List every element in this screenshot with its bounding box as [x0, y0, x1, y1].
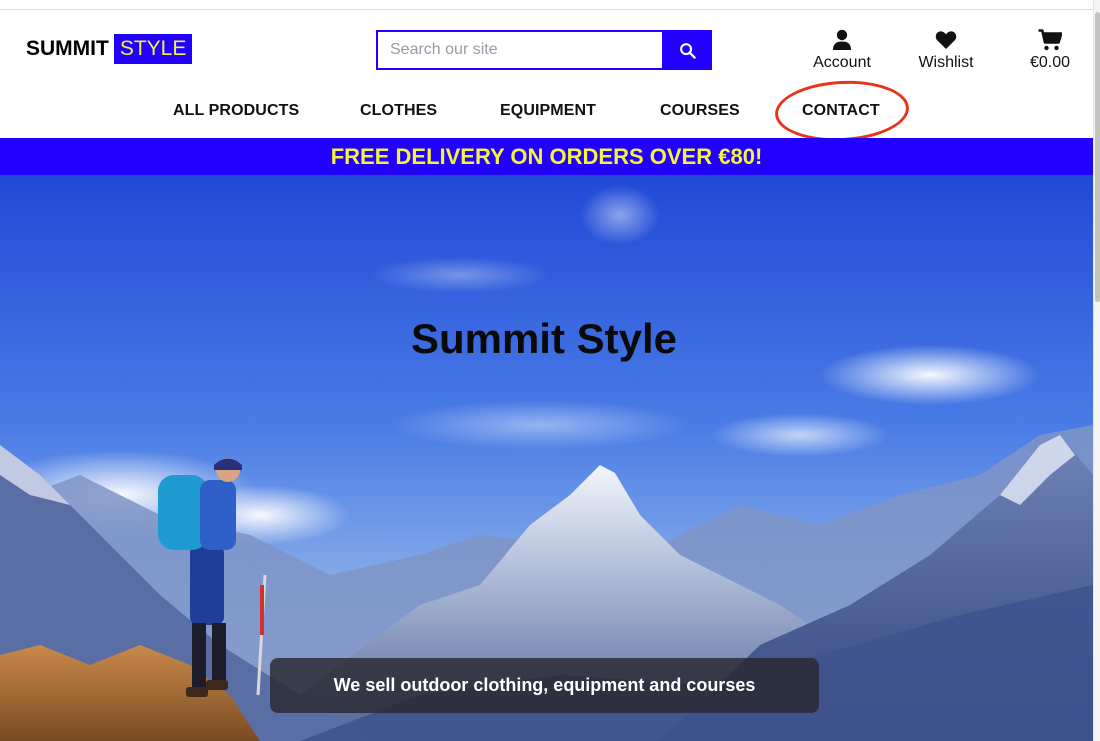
user-icon: [832, 28, 852, 52]
site-header: SUMMIT STYLE Account: [0, 10, 1093, 138]
hero-caption-text: We sell outdoor clothing, equipment and …: [333, 675, 756, 695]
page: SUMMIT STYLE Account: [0, 0, 1100, 741]
cart-icon: [1038, 28, 1062, 52]
logo[interactable]: SUMMIT STYLE: [26, 34, 193, 64]
wishlist-label: Wishlist: [918, 54, 974, 71]
search-button[interactable]: [662, 30, 712, 70]
hero-title: Summit Style: [410, 315, 678, 362]
scrollbar[interactable]: [1093, 0, 1100, 741]
top-border: [0, 0, 1093, 10]
promo-text: FREE DELIVERY ON ORDERS OVER €80!: [330, 143, 763, 169]
hero-caption: We sell outdoor clothing, equipment and …: [270, 658, 819, 713]
scrollbar-thumb[interactable]: [1095, 12, 1100, 302]
search-form: [376, 30, 712, 70]
promo-banner: FREE DELIVERY ON ORDERS OVER €80!: [0, 138, 1093, 175]
main-nav: ALL PRODUCTS CLOTHES EQUIPMENT COURSES C…: [0, 100, 1093, 138]
nav-item-all-products[interactable]: ALL PRODUCTS: [173, 102, 299, 120]
hero-background-image: [0, 175, 1093, 741]
account-label: Account: [813, 54, 871, 71]
header-links: Account Wishlist €0.00: [790, 28, 1100, 72]
logo-text-style: STYLE: [113, 34, 193, 64]
cart-total: €0.00: [1029, 54, 1071, 71]
search-input[interactable]: [376, 30, 662, 70]
hero-section: Summit Style We sell outdoor clothing, e…: [0, 175, 1093, 741]
search-icon: [679, 42, 696, 59]
heart-icon: [935, 28, 957, 52]
nav-item-courses[interactable]: COURSES: [660, 102, 740, 120]
nav-item-equipment[interactable]: EQUIPMENT: [500, 102, 596, 120]
nav-item-contact[interactable]: CONTACT: [802, 102, 880, 120]
nav-item-clothes[interactable]: CLOTHES: [360, 102, 437, 120]
account-link[interactable]: Account: [790, 28, 894, 72]
wishlist-link[interactable]: Wishlist: [894, 28, 998, 72]
cart-link[interactable]: €0.00: [998, 28, 1100, 72]
logo-text-summit: SUMMIT: [26, 37, 109, 60]
